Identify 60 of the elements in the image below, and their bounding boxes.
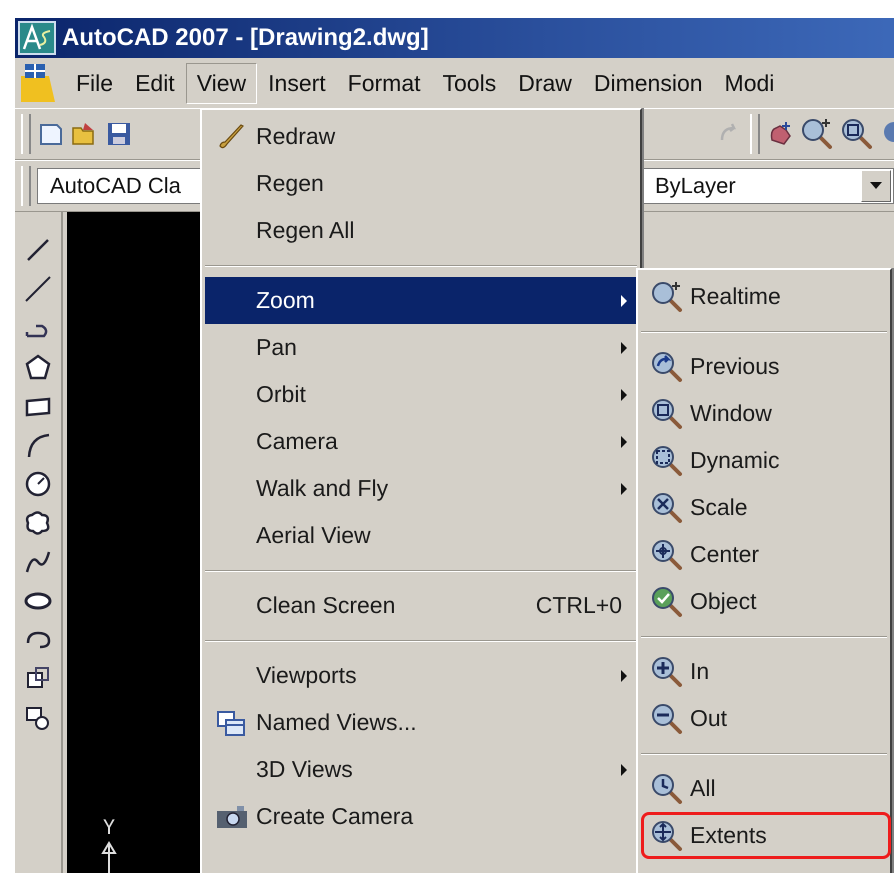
- zoom-out-icon: [650, 702, 684, 736]
- menu-title[interactable]: View: [186, 62, 258, 104]
- make-block-icon[interactable]: [24, 704, 52, 732]
- menu-item[interactable]: Orbit: [205, 371, 637, 418]
- menu-item[interactable]: Previous: [641, 343, 887, 390]
- menu-title[interactable]: Draw: [507, 62, 583, 104]
- menu-title[interactable]: Tools: [432, 62, 508, 104]
- menu-item[interactable]: In: [641, 648, 887, 695]
- zoom-center-icon: [650, 538, 684, 572]
- menu-title[interactable]: File: [65, 62, 124, 104]
- menu-item[interactable]: Camera: [205, 418, 637, 465]
- polygon-icon[interactable]: [24, 353, 52, 381]
- toolbar-grip[interactable]: [750, 114, 760, 154]
- zoom-in-icon: [650, 654, 684, 688]
- zoom-all-icon: [650, 772, 684, 806]
- zoom-window-icon: [650, 396, 684, 430]
- menu-item[interactable]: Object: [641, 578, 887, 625]
- toolbar-grip[interactable]: [21, 114, 31, 154]
- menu-title[interactable]: Format: [336, 62, 432, 104]
- app-logo-icon: [18, 21, 56, 55]
- zoom-dynamic-icon: [650, 444, 684, 478]
- linetype-dropdown[interactable]: ByLayer: [642, 168, 894, 204]
- menu-item[interactable]: Center: [641, 531, 887, 578]
- menu-item[interactable]: Walk and Fly: [205, 465, 637, 512]
- menu-item[interactable]: Clean Screen CTRL+0: [205, 582, 637, 629]
- zoom-realtime-icon: [800, 117, 834, 151]
- menu-title[interactable]: Insert: [257, 62, 337, 104]
- menu-title[interactable]: Dimension: [582, 62, 714, 104]
- menu-item[interactable]: Redraw: [205, 113, 637, 160]
- save-icon[interactable]: [105, 120, 133, 148]
- menu-item[interactable]: Extents: [641, 812, 891, 859]
- zoom-realtime-icon: [650, 280, 684, 314]
- zoom-scale-icon: [650, 490, 684, 524]
- menu-item[interactable]: Regen All: [205, 207, 637, 254]
- menu-item[interactable]: Named Views...: [205, 699, 637, 746]
- menu-item[interactable]: Out: [641, 695, 887, 742]
- zoom-object-icon: [650, 584, 684, 618]
- menu-item[interactable]: 3D Views: [205, 746, 637, 793]
- menu-title[interactable]: Modi: [714, 62, 786, 104]
- zoom-window-icon: [840, 117, 874, 151]
- axis-label: Y: [103, 815, 116, 839]
- menu-item[interactable]: Aerial View: [205, 512, 637, 559]
- menu-title[interactable]: Edit: [124, 62, 186, 104]
- circle-icon[interactable]: [24, 470, 52, 498]
- menu-item[interactable]: Pan: [205, 324, 637, 371]
- construction-line-icon[interactable]: [24, 275, 52, 303]
- dropdown-arrow-icon: [870, 182, 882, 190]
- window-title: AutoCAD 2007 - [Drawing2.dwg]: [62, 24, 429, 52]
- menu-item[interactable]: Dynamic: [641, 437, 887, 484]
- menu-item[interactable]: Create Camera: [205, 793, 637, 840]
- zoom-previous-icon: [650, 350, 684, 384]
- toolbar-grip[interactable]: [21, 166, 31, 206]
- menu-item[interactable]: All: [641, 765, 887, 812]
- menu-item[interactable]: Window: [641, 390, 887, 437]
- menu-item[interactable]: Viewports: [205, 652, 637, 699]
- menu-item[interactable]: Scale: [641, 484, 887, 531]
- menu-item[interactable]: Realtime: [641, 273, 887, 320]
- zoom-extents-icon: [650, 818, 684, 852]
- cloud-icon[interactable]: [24, 509, 52, 537]
- menu-item[interactable]: Zoom: [205, 277, 637, 324]
